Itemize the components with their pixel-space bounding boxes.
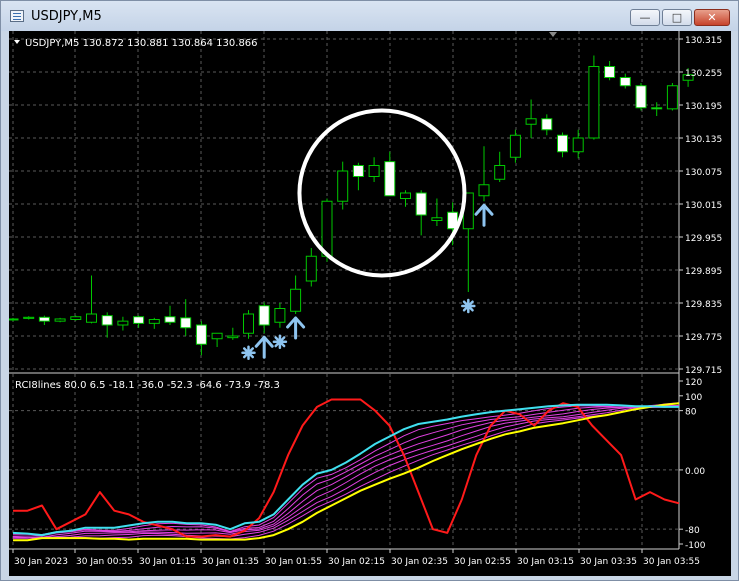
candle-body-up [23, 316, 35, 319]
time-axis-label: 30 Jan 00:55 [76, 557, 133, 567]
candle-body-up [211, 332, 223, 340]
price-axis-label: 129.955 [685, 234, 722, 244]
time-axis-label: 30 Jan 02:15 [328, 557, 385, 567]
candle-body-down [541, 118, 553, 131]
candle-body-up [117, 320, 129, 326]
candle-body-down [38, 316, 50, 322]
star-signal-icon [272, 334, 288, 349]
indicator-axis-label: 0.00 [685, 467, 705, 477]
window-title: USDJPY,M5 [31, 9, 102, 24]
price-axis-label: 130.135 [685, 135, 722, 145]
candle-body-up [148, 319, 160, 324]
price-axis-label: 130.255 [685, 69, 722, 79]
time-axis-label: 30 Jan 01:35 [202, 557, 259, 567]
main-chart-header: USDJPY,M5 130.872 130.881 130.864 130.86… [25, 38, 258, 49]
candle-body-down [101, 315, 113, 326]
candle-body-up [400, 192, 411, 199]
price-axis-label: 130.075 [685, 168, 722, 178]
candle-body-up [337, 170, 349, 202]
candle-body-down [195, 324, 207, 345]
indicator-axis-label: -100 [685, 541, 706, 551]
time-axis-label: 30 Jan 01:15 [139, 557, 196, 567]
chart-window: USDJPY,M5 — □ ✕ USDJPY,M5 130.872 130.88… [0, 0, 739, 581]
candle-body-up [494, 165, 506, 180]
candle [666, 83, 678, 111]
candle-body-up [305, 255, 317, 282]
chart-window-icon [10, 10, 24, 22]
time-axis-label: 30 Jan 03:35 [580, 557, 637, 567]
maximize-button[interactable]: □ [662, 9, 692, 26]
candle [54, 317, 66, 323]
candle-body-up [70, 316, 82, 320]
indicator-axis-label: 80 [685, 408, 697, 418]
candle-body-up [478, 184, 490, 197]
candle [70, 315, 82, 321]
candle-body-up [274, 308, 286, 323]
time-axis-label: 30 Jan 02:35 [391, 557, 448, 567]
price-axis-label: 130.195 [685, 102, 722, 112]
candle-body-down [384, 161, 396, 197]
candle-body-down [604, 66, 616, 78]
candle-body-up [86, 313, 97, 323]
title-bar[interactable]: USDJPY,M5 — □ ✕ [1, 1, 738, 31]
minimize-button[interactable]: — [630, 9, 660, 26]
chart-area[interactable]: USDJPY,M5 130.872 130.881 130.864 130.86… [9, 31, 731, 576]
indicator-axis-label: 100 [685, 393, 702, 403]
price-axis-label: 129.895 [685, 267, 722, 277]
candle-body-up [243, 313, 254, 334]
price-axis-label: 129.775 [685, 333, 722, 343]
time-axis-label: 30 Jan 03:15 [517, 557, 574, 567]
price-axis-label: 130.315 [685, 36, 722, 46]
time-axis-label: 30 Jan 2023 [14, 557, 68, 567]
candle-body-down [557, 134, 568, 153]
star-signal-icon [241, 345, 256, 360]
candle-body-down [415, 192, 427, 216]
candle-body-up [509, 134, 521, 158]
candle-body-down [619, 77, 631, 87]
candle-body-up [9, 318, 19, 321]
candle-body-down [651, 107, 663, 110]
close-button[interactable]: ✕ [694, 9, 730, 26]
indicator-axis-label: -80 [685, 526, 700, 536]
price-axis-label: 129.715 [685, 366, 722, 376]
candle-body-up [525, 118, 537, 125]
candle-body-up [54, 318, 66, 322]
candle-body-up [588, 66, 600, 139]
candle-body-up [666, 85, 678, 110]
candle-body-down [180, 317, 192, 329]
price-axis-label: 130.015 [685, 201, 722, 211]
indicator-header: RCI8lines 80.0 6.5 -18.1 -36.0 -52.3 -64… [15, 380, 280, 391]
candle [635, 83, 647, 111]
candle-body-up [290, 288, 302, 312]
candle-body-down [258, 305, 270, 326]
candle-body-down [164, 316, 176, 323]
candle-body-down [352, 165, 364, 177]
candle-body-up [368, 165, 380, 177]
candle-body-up [572, 137, 584, 153]
time-axis-label: 30 Jan 03:55 [643, 557, 700, 567]
candle-body-up [321, 200, 333, 257]
star-signal-icon [461, 298, 476, 314]
candle-body-down [133, 316, 145, 324]
price-axis-label: 129.835 [685, 300, 722, 310]
candle-body-up [227, 335, 239, 339]
candle-body-down [635, 85, 647, 109]
candle-body-up [431, 217, 443, 221]
candle [588, 55, 600, 140]
time-axis-label: 30 Jan 01:55 [265, 557, 322, 567]
indicator-axis-label: 120 [685, 378, 702, 388]
time-axis-label: 30 Jan 02:55 [454, 557, 511, 567]
